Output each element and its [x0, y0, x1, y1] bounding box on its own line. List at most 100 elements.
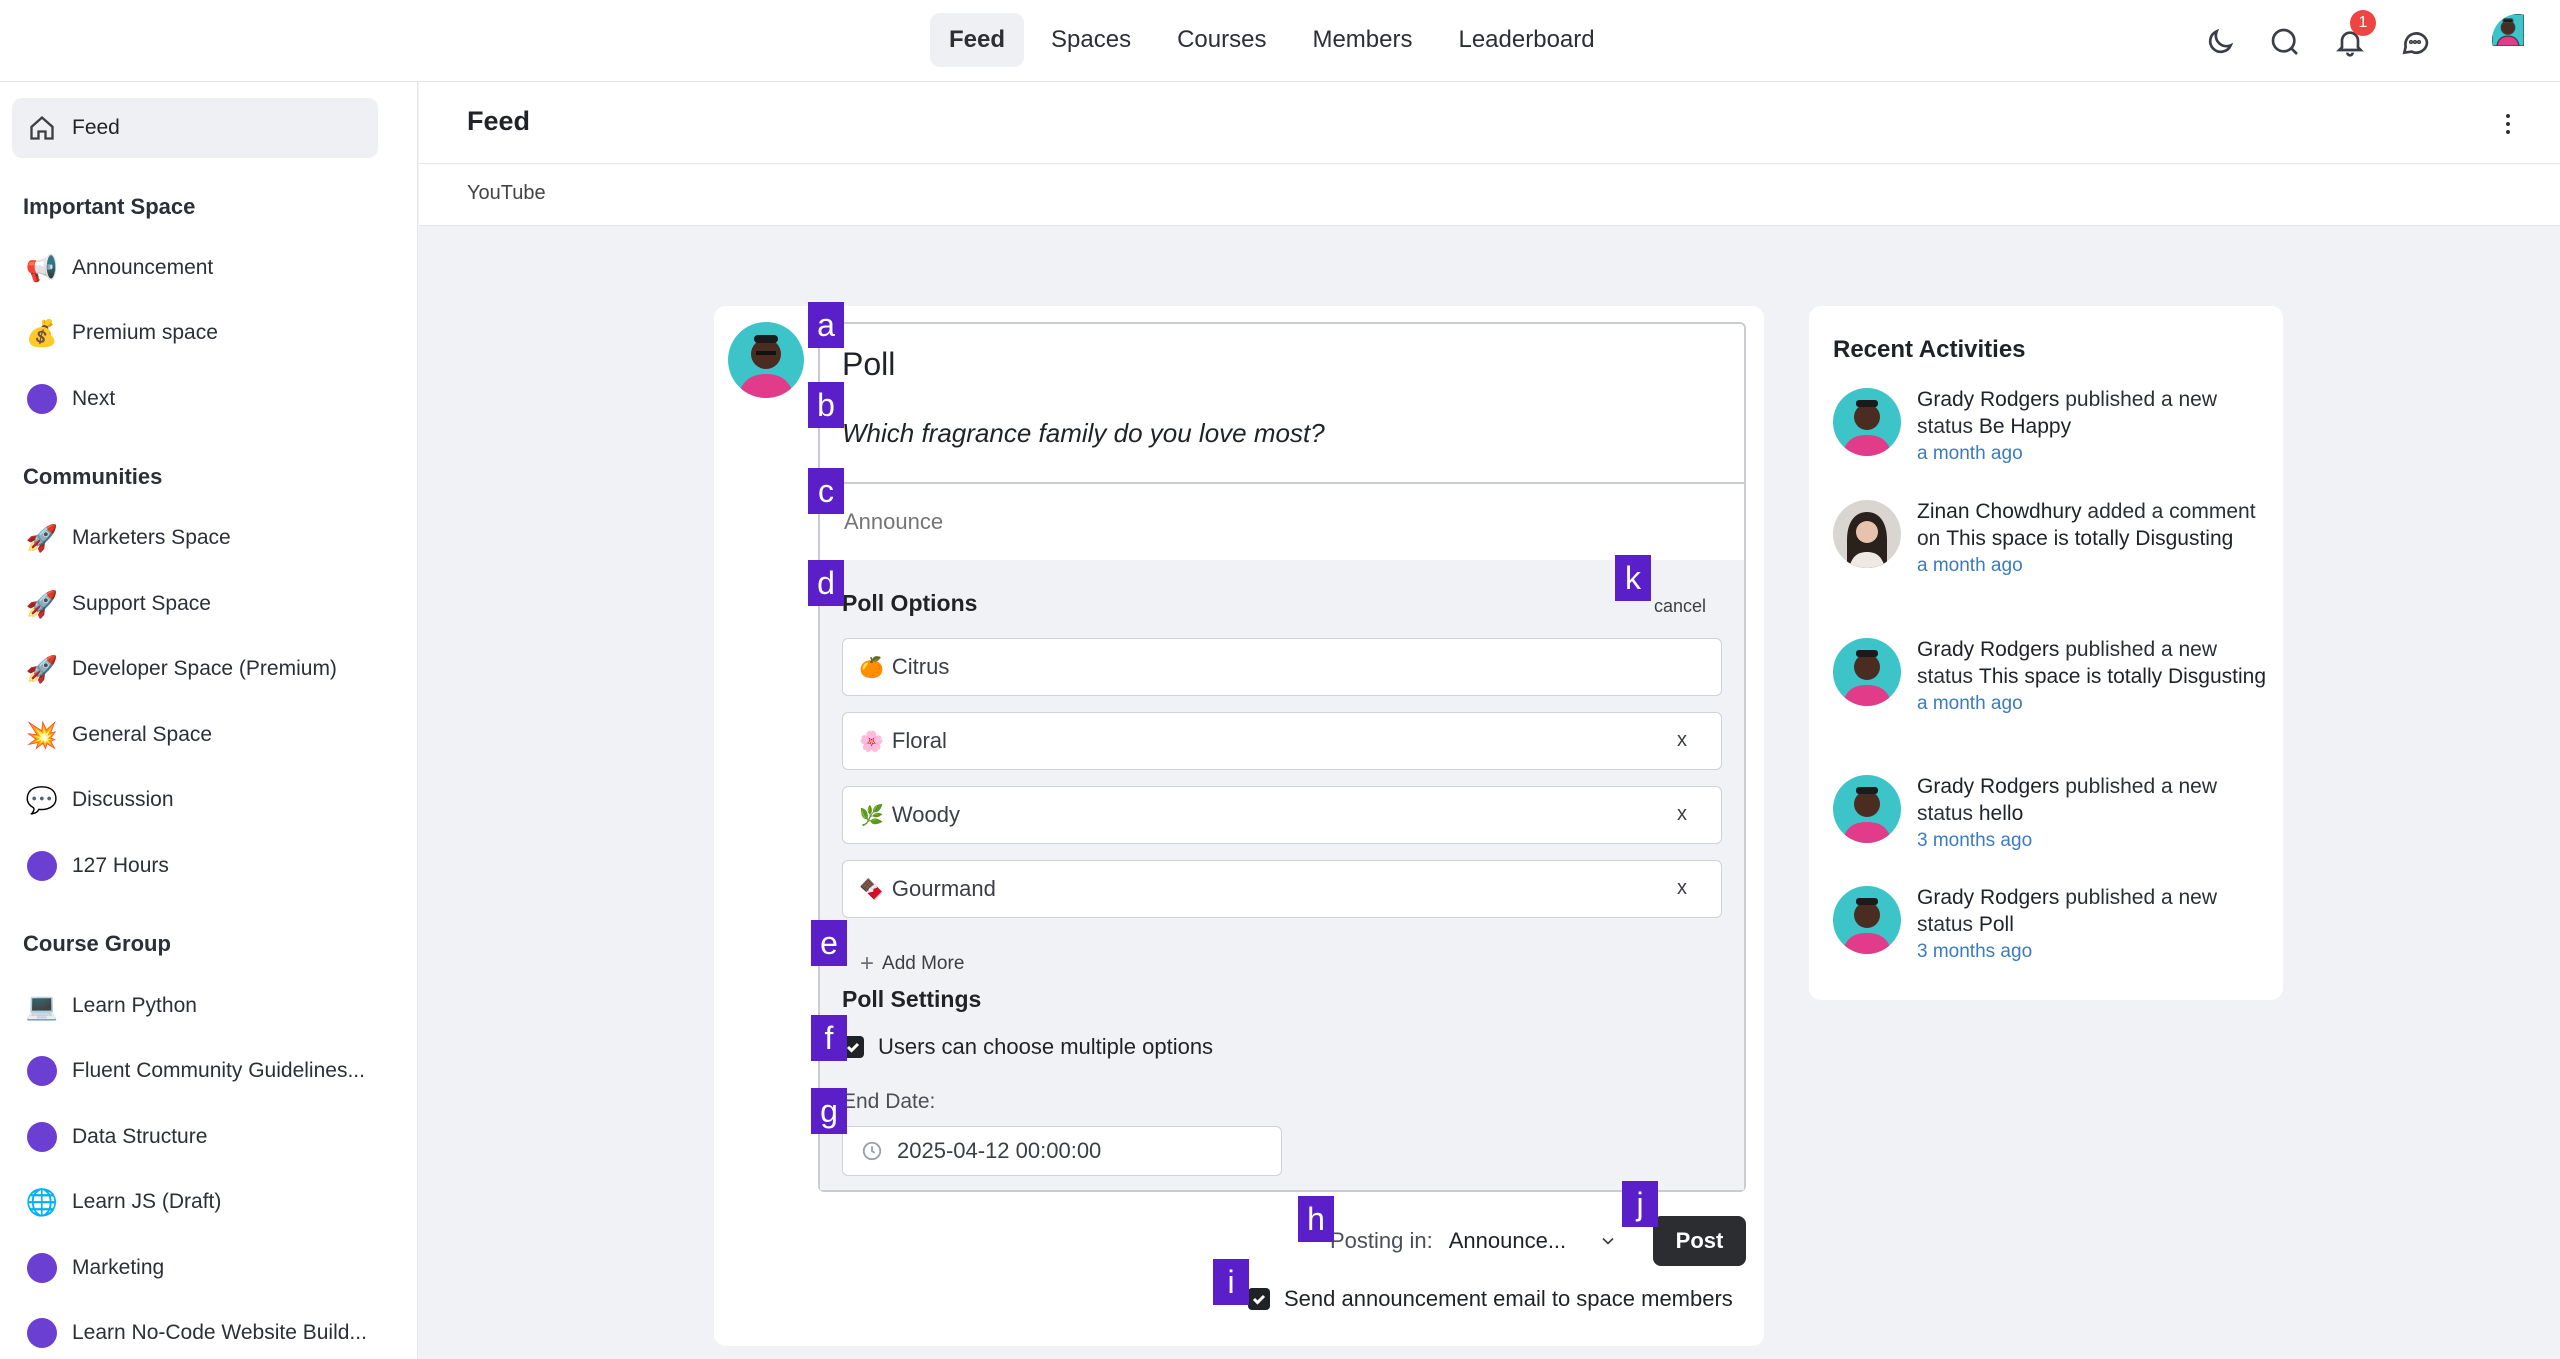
activity-user[interactable]: Grady Rodgers [1917, 388, 2059, 411]
annotation-mark-a: a [808, 302, 844, 348]
end-date-value: 2025-04-12 00:00:00 [897, 1138, 1102, 1163]
posting-in-selector[interactable]: Posting in: Announce... [1330, 1216, 1618, 1266]
laptop-icon: 💻 [25, 990, 59, 1021]
cancel-poll-button[interactable]: cancel [1654, 596, 1706, 617]
poll-question[interactable]: Which fragrance family do you love most? [842, 418, 1325, 449]
remove-option-button[interactable]: x [1677, 877, 1687, 900]
sidebar-item-discussion[interactable]: 💬 Discussion [26, 780, 174, 820]
sidebar-item-learn-no-code[interactable]: Learn No-Code Website Build... [26, 1313, 367, 1353]
chocolate-icon: 🍫 [859, 878, 884, 901]
sidebar-item-announcement[interactable]: 📢 Announcement [26, 248, 213, 288]
poll-editor: Poll Which fragrance family do you love … [818, 322, 1746, 1192]
sidebar-item-community-guidelines[interactable]: Fluent Community Guidelines... [26, 1051, 365, 1091]
announcement-email-setting: Send announcement email to space members [1248, 1286, 1733, 1312]
search-icon[interactable] [2265, 22, 2305, 62]
rocket-icon: 🚀 [25, 653, 59, 684]
annotation-mark-i: i [1213, 1259, 1249, 1305]
nav-courses[interactable]: Courses [1158, 13, 1285, 67]
section-heading-important-space: Important Space [23, 194, 196, 219]
main-nav: Feed Spaces Courses Members Leaderboard [930, 13, 1614, 67]
activity-time[interactable]: 3 months ago [1917, 938, 2267, 965]
nav-members[interactable]: Members [1293, 13, 1431, 67]
activity-user[interactable]: Zinan Chowdhury [1917, 500, 2082, 523]
sidebar-item-developer-space[interactable]: 🚀 Developer Space (Premium) [26, 649, 337, 689]
activity-target[interactable]: This space is totally Disgusting [1946, 527, 2233, 550]
activity-time[interactable]: 3 months ago [1917, 827, 2267, 854]
sub-tabs: YouTube [419, 164, 2560, 226]
check-icon [1252, 1294, 1266, 1305]
sidebar-item-feed[interactable]: Feed [12, 98, 378, 158]
activity-user[interactable]: Grady Rodgers [1917, 886, 2059, 909]
more-options-icon[interactable] [2496, 110, 2520, 138]
poll-option-input[interactable]: 🌿 Woody x [842, 786, 1722, 844]
nav-leaderboard[interactable]: Leaderboard [1439, 13, 1613, 67]
chevron-down-icon [1602, 1237, 1614, 1245]
notification-badge: 1 [2350, 10, 2376, 36]
sidebar-item-label: Learn JS (Draft) [72, 1190, 222, 1213]
activity-time[interactable]: a month ago [1917, 690, 2267, 717]
sidebar-item-label: Marketers Space [72, 526, 231, 549]
rocket-icon: 🚀 [25, 588, 59, 619]
flower-icon: 🌸 [859, 730, 884, 753]
space-dot-icon [27, 384, 57, 414]
annotation-mark-j: j [1622, 1181, 1658, 1227]
activity-user[interactable]: Grady Rodgers [1917, 775, 2059, 798]
bell-icon[interactable]: 1 [2330, 10, 2376, 62]
user-avatar[interactable] [2492, 14, 2544, 66]
activity-target[interactable]: This space is totally Disgusting [1979, 665, 2266, 688]
poll-option-text: Citrus [891, 654, 950, 679]
activity-user[interactable]: Grady Rodgers [1917, 638, 2059, 661]
activity-target[interactable]: Poll [1979, 913, 2014, 936]
posting-in-value: Announce... [1448, 1228, 1567, 1253]
annotation-mark-g: g [811, 1088, 847, 1134]
speech-bubble-icon: 💬 [25, 784, 59, 815]
nav-feed[interactable]: Feed [930, 13, 1025, 67]
remove-option-button[interactable]: x [1677, 803, 1687, 826]
sidebar-item-next[interactable]: Next [26, 379, 115, 419]
poll-options-heading: Poll Options [842, 590, 978, 616]
check-icon [846, 1042, 860, 1053]
sidebar-item-marketing[interactable]: Marketing [26, 1248, 164, 1288]
sidebar-item-learn-python[interactable]: 💻 Learn Python [26, 986, 197, 1026]
sidebar-item-support-space[interactable]: 🚀 Support Space [26, 584, 211, 624]
sidebar-item-premium-space[interactable]: 💰 Premium space [26, 313, 218, 353]
annotation-mark-f: f [811, 1015, 847, 1061]
sidebar-item-marketers-space[interactable]: 🚀 Marketers Space [26, 518, 231, 558]
sidebar-item-learn-js[interactable]: 🌐 Learn JS (Draft) [26, 1182, 222, 1222]
announcement-email-label: Send announcement email to space members [1284, 1286, 1733, 1311]
announce-input[interactable] [844, 502, 1724, 542]
remove-option-button[interactable]: x [1677, 729, 1687, 752]
end-date-picker[interactable]: 2025-04-12 00:00:00 [842, 1126, 1282, 1176]
multiple-options-label: Users can choose multiple options [878, 1034, 1214, 1059]
clock-icon [862, 1141, 882, 1161]
home-icon [30, 115, 54, 140]
nav-spaces[interactable]: Spaces [1032, 13, 1150, 67]
activity-target[interactable]: hello [1979, 802, 2023, 825]
chat-icon[interactable] [2395, 22, 2435, 62]
poll-option-input[interactable]: 🌸 Floral x [842, 712, 1722, 770]
activity-target[interactable]: Be Happy [1979, 415, 2071, 438]
tab-youtube[interactable]: YouTube [467, 182, 546, 205]
top-navbar: Feed Spaces Courses Members Leaderboard … [0, 0, 2560, 82]
sidebar-item-data-structure[interactable]: Data Structure [26, 1117, 207, 1157]
sidebar-item-label: Support Space [72, 592, 211, 615]
sidebar-item-127-hours[interactable]: 127 Hours [26, 846, 169, 886]
activity-time[interactable]: a month ago [1917, 552, 2267, 579]
poll-option-input[interactable]: 🍊 Citrus [842, 638, 1722, 696]
orange-icon: 🍊 [859, 656, 884, 679]
page-header: Feed [419, 82, 2560, 164]
activity-avatar [1833, 388, 1901, 456]
activity-time[interactable]: a month ago [1917, 440, 2267, 467]
announcement-email-checkbox[interactable] [1248, 1288, 1270, 1310]
page-title: Feed [467, 106, 531, 136]
poll-title[interactable]: Poll [842, 346, 895, 383]
activity-avatar [1833, 638, 1901, 706]
sidebar-item-general-space[interactable]: 💥 General Space [26, 715, 212, 755]
poll-option-input[interactable]: 🍫 Gourmand x [842, 860, 1722, 918]
annotation-mark-e: e [811, 920, 847, 966]
moon-icon[interactable] [2200, 22, 2240, 62]
post-button[interactable]: Post [1653, 1216, 1746, 1266]
sidebar-item-label: Discussion [72, 788, 174, 811]
herb-icon: 🌿 [859, 804, 884, 827]
add-more-option-button[interactable]: + Add More [860, 950, 964, 978]
